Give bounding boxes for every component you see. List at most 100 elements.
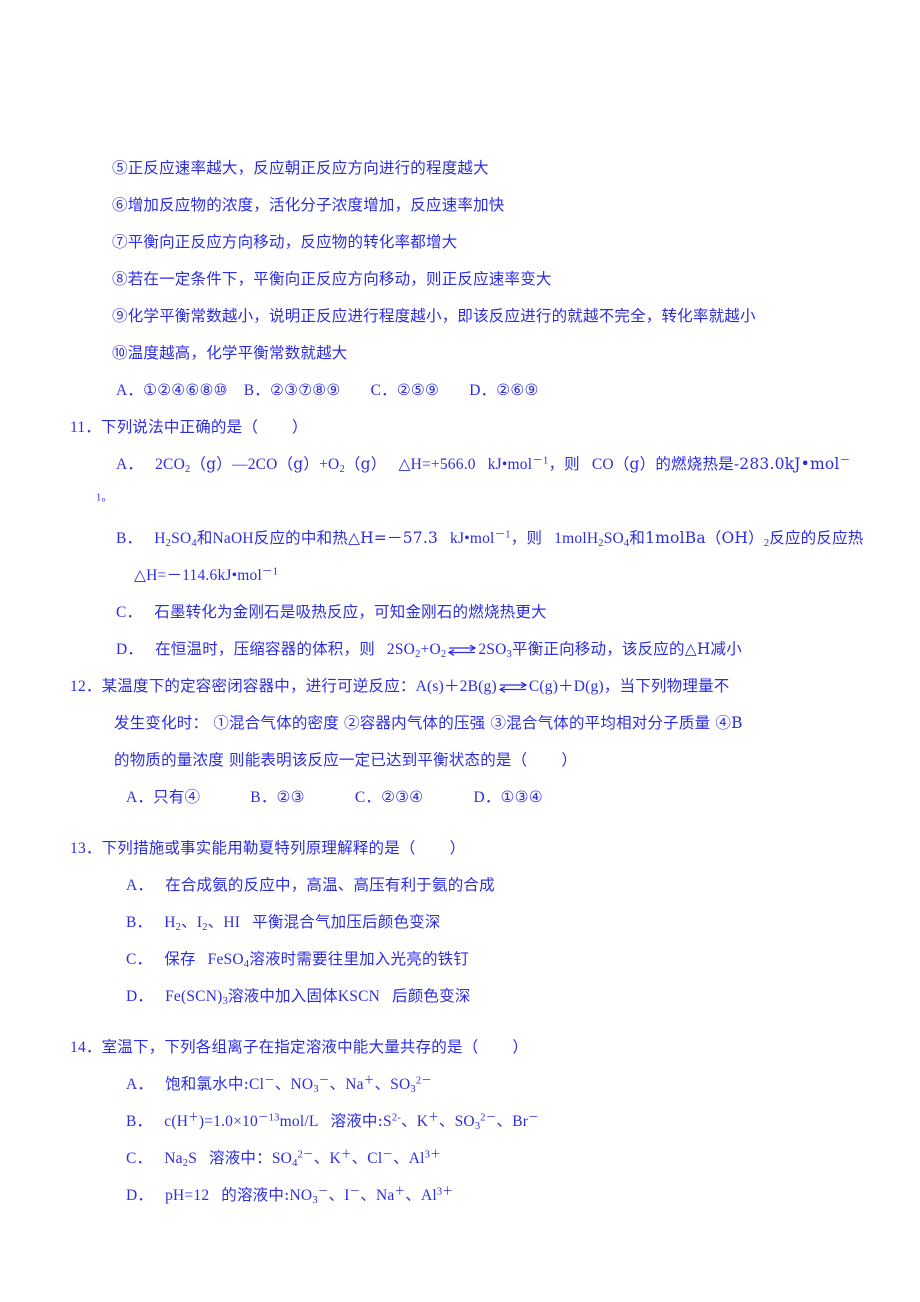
option-a-label: A． <box>116 382 144 399</box>
formula-hi: HI <box>223 914 241 931</box>
question-11-option-c[interactable]: C． 石墨转化为金刚石是吸热反应，可知金刚石的燃烧热更大 <box>116 594 850 631</box>
question-12-stem-line1: 12．某温度下的定容密闭容器中，进行可逆反应：A(s)＋2B(g) C(g)＋D(… <box>70 668 850 705</box>
statement-item-7: ⑦平衡向正反应方向移动，反应物的转化率都增大 <box>112 233 458 251</box>
question-10-options: A．①②④⑥⑧⑩ B．②③⑦⑧⑨ C．②⑤⑨ D．②⑥⑨ <box>116 372 850 409</box>
superscript: －13 <box>257 1112 280 1124</box>
option-c-label: C． <box>126 951 153 968</box>
ion-formula: Na＋ <box>345 1075 375 1093</box>
question-12-stem-cont: ，当下列物理量不 <box>603 677 730 695</box>
concentration-expr: c(H <box>164 1113 189 1130</box>
ion-formula: NO3－ <box>289 1186 329 1206</box>
solution-label: 饱和氯水中: <box>165 1075 250 1093</box>
option-c-label: C． <box>126 1150 153 1167</box>
ion-separator: 、 <box>405 1186 421 1204</box>
question-13-stem: 13．下列措施或事实能用勒夏特列原理解释的是（ ） <box>70 830 850 867</box>
question-13-option-c[interactable]: C． 保存 FeSO4溶液时需要往里加入光亮的铁钉 <box>126 941 850 978</box>
option-b-text: 平衡混合气加压后颜色变深 <box>252 913 441 931</box>
ph-value: pH=12 <box>165 1187 210 1204</box>
question-13-stem-close: ） <box>449 839 466 857</box>
question-11-stem: 11．下列说法中正确的是（ ） <box>70 409 850 446</box>
option-a-text[interactable]: ①②④⑥⑧⑩ <box>143 381 228 399</box>
superscript: －1 <box>261 566 279 578</box>
option-d-label: D． <box>126 1187 154 1204</box>
superscript: ＋ <box>188 1112 199 1124</box>
ion-separator: 、 <box>401 1112 417 1130</box>
question-11-option-a[interactable]: A． 2CO2（g）—2CO（g）+O2（g） △H=+566.0 kJ•mol－1，… <box>116 446 850 483</box>
state-gas: （g） <box>277 455 320 473</box>
enthalpy-value: △H=－114.6kJ•mol <box>134 567 262 584</box>
solution-label: 溶液中: <box>330 1112 384 1130</box>
question-11-number: 11． <box>70 419 102 436</box>
wrapped-superscript: 1。 <box>96 492 113 504</box>
ion-formula: Cl－ <box>367 1149 394 1167</box>
question-14-option-b[interactable]: B． c(H＋)=1.0×10－13mol/L 溶液中:S2-、K＋、SO32－、B… <box>126 1103 850 1140</box>
question-14-stem-text: 室温下，下列各组离子在指定溶液中能大量共存的是（ <box>101 1038 479 1056</box>
option-a-label: A． <box>116 456 144 473</box>
option-d-text-start: 溶液中加入固体 <box>227 987 338 1005</box>
equilibrium-arrow-icon <box>498 680 528 696</box>
ion-formula: K＋ <box>416 1112 439 1130</box>
solution-label: 溶液中： <box>209 1149 272 1167</box>
question-12-stem-tail: 的物质的量浓度 则能表明该反应一定已达到平衡状态的是（ <box>114 751 528 769</box>
option-c-label: C． <box>354 789 382 806</box>
energy-unit: kJ•mol <box>487 456 533 473</box>
option-c-label: C． <box>370 382 397 399</box>
question-12-number: 12． <box>70 678 102 695</box>
ion-formula: I－ <box>344 1186 361 1204</box>
option-d-label: D． <box>473 789 501 806</box>
question-13-option-b[interactable]: B． H2、I2、HI 平衡混合气加压后颜色变深 <box>126 904 850 941</box>
option-a-label: A． <box>126 877 154 894</box>
reaction-dash: — <box>231 456 248 473</box>
option-c-text: 石墨转化为金刚石是吸热反应，可知金刚石的燃烧热更大 <box>154 603 547 621</box>
statement-item-6: ⑥增加反应物的浓度，活化分子浓度增加，反应速率加快 <box>112 196 505 214</box>
ion-formula: Al3＋ <box>408 1149 441 1167</box>
option-d-text-end: 平衡正向移动，该反应的△H减小 <box>512 640 742 658</box>
ion-formula: NO3－ <box>290 1075 330 1095</box>
ion-list-d: NO3－、I－、Na＋、Al3＋ <box>289 1186 454 1206</box>
option-d-text[interactable]: ①③④ <box>501 788 543 806</box>
option-c-text[interactable]: ②③④ <box>381 788 423 806</box>
formula-h2so4: H <box>154 530 166 547</box>
option-c-text[interactable]: ②⑤⑨ <box>397 381 439 399</box>
conjunction: ，则 <box>510 529 543 547</box>
formula-o2: +O <box>420 641 441 658</box>
question-11-stem-text: 下列说法中正确的是（ <box>101 418 259 436</box>
question-12-stem-text: 某温度下的定容密闭容器中，进行可逆反应： <box>101 677 416 695</box>
amount-h2so4: 1molH <box>554 530 599 547</box>
formula-o2: +O <box>319 456 340 473</box>
ion-formula: Na＋ <box>376 1186 406 1204</box>
exam-page: ⑤正反应速率越大，反应朝正反应方向进行的程度越大 ⑥增加反应物的浓度，活化分子浓… <box>0 0 920 1302</box>
state-gas: （g） <box>613 455 656 473</box>
option-c-label: C． <box>116 604 143 621</box>
option-d-label: D． <box>126 988 154 1005</box>
question-11-option-d[interactable]: D． 在恒温时，压缩容器的体积，则 2SO2+O2 2SO3平衡正向移动，该反应的△H… <box>116 631 850 668</box>
option-b-text[interactable]: ②③ <box>277 788 305 806</box>
ion-formula: SO32－ <box>390 1075 433 1095</box>
ion-separator: 、 <box>313 1149 330 1167</box>
option-a-text: 在合成氨的反应中，高温、高压有利于氨的合成 <box>165 876 495 894</box>
formula-co: CO <box>591 456 614 473</box>
statement-item-10: ⑩温度越高，化学平衡常数就越大 <box>112 344 348 362</box>
combustion-heat-text: 的燃烧热是-283.0kJ•mol <box>655 455 840 473</box>
statement-item-5: ⑤正反应速率越大，反应朝正反应方向进行的程度越大 <box>112 159 489 177</box>
option-b-label: B． <box>243 382 270 399</box>
ion-separator: 、 <box>351 1149 368 1167</box>
option-d-text[interactable]: ②⑥⑨ <box>496 381 538 399</box>
option-a-text[interactable]: 只有④ <box>153 788 200 806</box>
ion-separator: 、 <box>329 1075 346 1093</box>
option-b-text[interactable]: ②③⑦⑧⑨ <box>270 381 340 399</box>
statement-item-9: ⑨化学平衡常数越小，说明正反应进行程度越小，即该反应进行的就越不完全，转化率就越… <box>112 307 756 325</box>
question-14-option-c[interactable]: C． Na2S 溶液中：SO42－、K＋、Cl－、Al3＋ <box>126 1140 850 1177</box>
question-14-option-d[interactable]: D． pH=12 的溶液中:NO3－、I－、Na＋、Al3＋ <box>126 1177 850 1214</box>
ion-formula: S2- <box>383 1112 402 1130</box>
energy-unit: kJ•mol <box>450 530 495 547</box>
option-b-label: B． <box>116 530 143 547</box>
neutralization-heat-text: 反应的中和热△H=－57.3 <box>253 529 439 547</box>
separator: 、 <box>181 913 197 931</box>
question-13-option-d[interactable]: D． Fe(SCN)3溶液中加入固体KSCN 后颜色变深 <box>126 978 850 1015</box>
question-11-option-b[interactable]: B． H2SO4和NaOH反应的中和热△H=－57.3 kJ•mol－1，则 1mol… <box>116 520 863 557</box>
amount-baoh2: 1molBa（OH） <box>645 529 764 547</box>
question-14-option-a[interactable]: A． 饱和氯水中:Cl－、NO3－、Na＋、SO32－ <box>126 1066 850 1103</box>
question-13-option-a[interactable]: A． 在合成氨的反应中，高温、高压有利于氨的合成 <box>126 867 850 904</box>
ion-list-c: SO42－、K＋、Cl－、Al3＋ <box>272 1149 441 1169</box>
